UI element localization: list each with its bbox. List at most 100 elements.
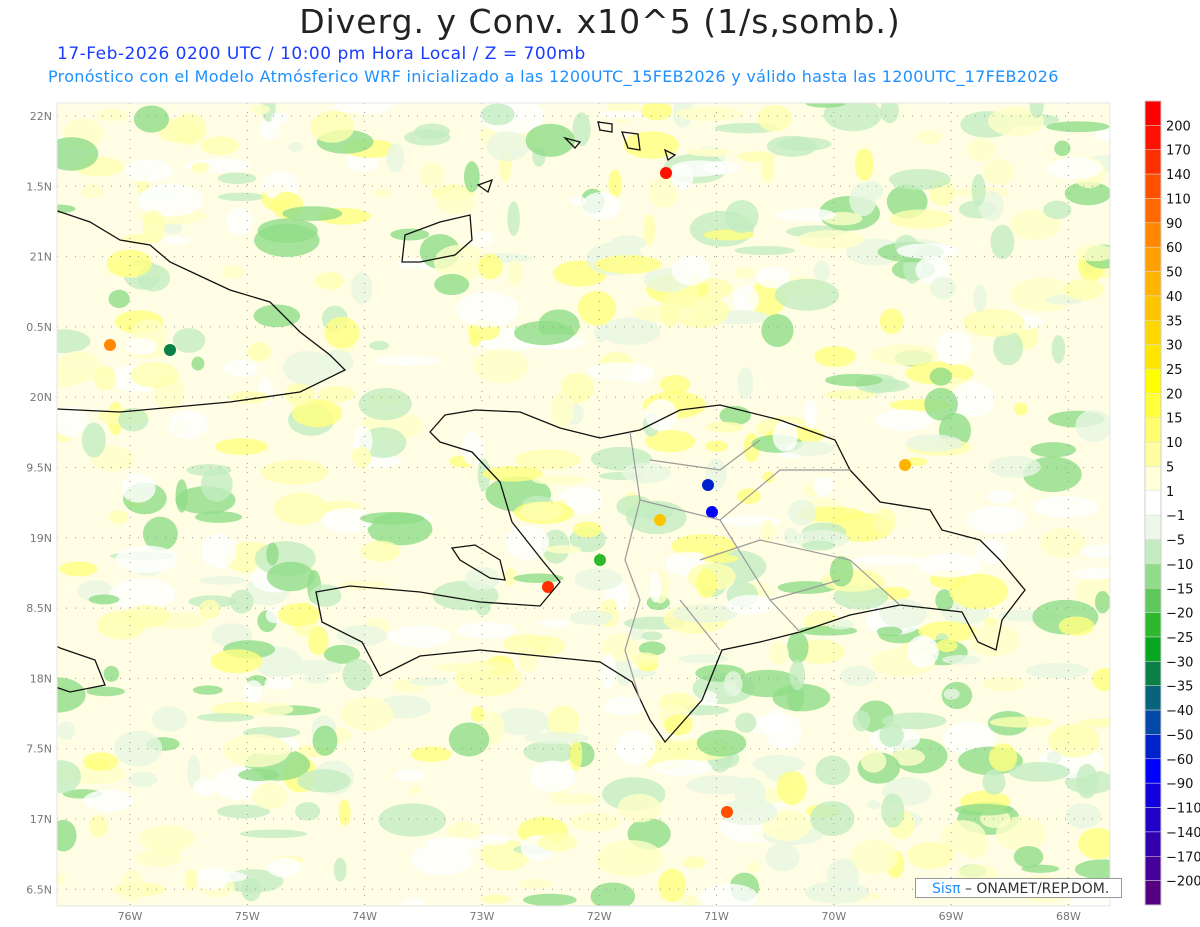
field-blob [378,803,447,837]
field-blob [312,725,338,756]
field-blob [765,843,800,872]
field-blob [324,316,360,349]
colorbar-swatch [1144,661,1162,686]
field-blob [463,161,480,193]
field-blob [1001,323,1026,332]
field-blob [917,552,983,578]
field-blob [645,399,678,431]
field-blob [295,802,321,821]
field-blob [682,856,706,869]
field-blob [57,721,76,740]
field-blob [787,631,809,664]
lon-label: 75W [235,910,260,923]
field-blob [1051,334,1066,364]
lat-label: 6.5N [26,883,52,896]
field-blob [506,259,523,286]
field-blob [1075,244,1110,262]
field-peak [594,554,606,566]
field-blob [241,878,261,902]
credit-text: – ONAMET/REP.DOM. [960,881,1110,897]
field-blob [266,561,315,592]
field-blob [678,654,729,664]
field-blob [1046,157,1103,180]
field-blob [1013,845,1044,868]
field-blob [872,508,897,535]
field-blob [1008,762,1071,782]
field-blob [432,662,494,673]
colorbar-label: 50 [1166,266,1183,281]
field-blob [257,218,318,244]
colorbar-swatch [1144,807,1162,833]
field-blob [702,160,740,175]
field-blob [775,137,832,151]
field-blob [1046,751,1062,764]
colorbar-swatch [1144,368,1162,394]
colorbar-label: 20 [1166,387,1183,402]
field-blob [1010,277,1077,312]
field-peak [721,806,733,818]
field-blob [223,734,290,768]
field-blob [1065,803,1102,829]
field-blob [471,230,495,247]
field-blob [333,857,347,882]
colorbar-label: 170 [1166,144,1191,159]
field-blob [200,533,237,569]
field-blob [390,228,430,241]
colorbar-label: 15 [1166,412,1183,427]
field-blob [764,713,803,750]
colorbar-swatch [1144,490,1162,516]
field-blob [59,561,98,577]
field-blob [967,138,996,162]
field-blob [243,680,264,702]
field-blob [480,103,515,126]
field-blob [410,746,452,762]
field-blob [954,803,1013,816]
field-blob [221,264,245,279]
field-blob [285,382,315,407]
field-blob [310,111,355,143]
field-blob [889,209,953,229]
field-blob [57,137,99,171]
field-blob [120,869,145,902]
field-blob [600,317,661,346]
field-blob [672,604,739,623]
field-blob [373,355,441,367]
field-blob [523,740,577,764]
field-blob [737,367,754,399]
field-blob [623,131,679,159]
field-blob [106,249,152,278]
field-blob [852,555,920,566]
colorbar-label: 40 [1166,290,1183,305]
field-blob [333,103,392,115]
field-blob [532,475,588,486]
field-blob [408,785,422,795]
field-blob [966,505,1027,534]
field-blob [251,782,288,810]
lat-label: 1.5N [26,180,52,193]
field-blob [200,467,233,502]
field-blob [881,712,947,730]
field-blob [696,568,718,599]
field-blob [936,639,958,653]
field-blob [1094,590,1110,614]
field-blob [448,722,490,757]
field-blob [1046,121,1110,133]
field-blob [971,174,986,207]
field-blob [223,359,259,377]
colorbar-label: −110 [1166,802,1200,817]
field-blob [686,148,733,157]
field-blob [192,685,223,695]
field-blob [264,676,294,690]
field-blob [217,172,257,184]
colorbar-swatch [1144,588,1162,613]
field-blob [513,573,564,583]
field-blob [615,729,656,766]
field-blob [825,373,883,387]
field-blob [410,844,473,876]
field-blob [651,759,712,776]
field-blob [1030,442,1077,458]
field-blob [486,131,529,162]
field-blob [314,272,345,290]
colorbar-swatch [1144,685,1162,711]
field-blob [456,291,520,328]
